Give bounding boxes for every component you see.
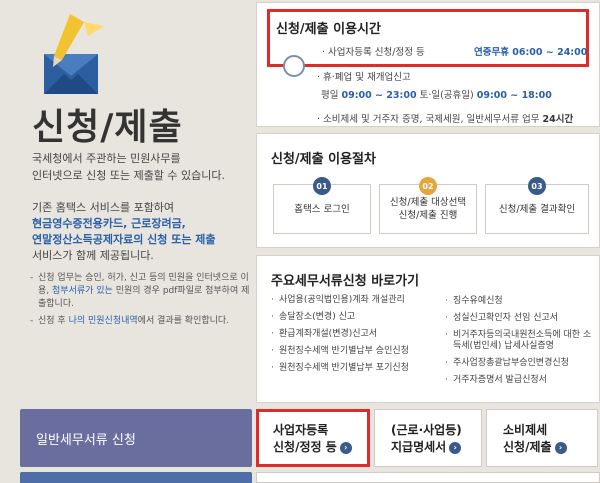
step-result[interactable]: 03 신청/제출 결과확인 [485, 177, 589, 234]
next-section-strip [256, 472, 600, 483]
procedure-card: 신청/제출 이용절차 01 홈택스 로그인 02 신청/제출 대상선택 신청/제… [256, 133, 600, 248]
notes-list: 신청 업무는 승인, 허가, 신고 등의 민원을 인터넷으로 이용, 첨부서류가… [30, 272, 256, 332]
hours-label: 휴·폐업 및 재개업신고 [323, 72, 411, 83]
menu-button-partial[interactable] [20, 472, 252, 483]
hours-row: · 사업자등록 신청/정정 등 [322, 47, 425, 58]
my-requests-link[interactable]: 나의 민원신청내역 [69, 316, 138, 326]
note-text: 에서 결과를 확인합니다. [137, 316, 230, 326]
hours-title: 신청/제출 이용시간 [276, 22, 381, 37]
step-number: 03 [528, 177, 546, 195]
step-label: 신청/제출 대상선택 [389, 197, 467, 208]
step-number: 02 [419, 177, 437, 195]
intro-line: 국세청에서 주관하는 민원사무를 [32, 152, 181, 165]
hours-time-value: 24시간 [542, 114, 574, 125]
intro-line: 인터넷으로 신청 또는 제출할 수 있습니다. [32, 169, 226, 182]
button-label: 신청/정정 등 [273, 440, 337, 454]
doc-link[interactable]: 비거주자등의국내원천소득에 대한 소득세(법인세) 납세사실증명 [445, 330, 595, 352]
button-label: (근로·사업등) [391, 423, 462, 437]
intro-text: 국세청에서 주관하는 민원사무를 인터넷으로 신청 또는 제출할 수 있습니다. [32, 150, 252, 184]
intro-line: 기존 홈택스 서비스를 포함하여 [32, 201, 175, 214]
button-label: 신청/제출 [503, 440, 552, 454]
button-label: 지급명세서 [391, 440, 447, 454]
doc-link[interactable]: 거주자증명서 발급신청서 [445, 375, 595, 386]
go-arrow-icon: › [449, 441, 462, 454]
doc-link[interactable]: 사업용(공익법인용)계좌 개설관리 [271, 292, 409, 309]
clock-icon [283, 55, 305, 77]
hours-card: 신청/제출 이용시간 · 사업자등록 신청/정정 등 연중무휴 06:00 ~ … [256, 2, 600, 127]
doc-link[interactable]: 징수유예신청 [445, 296, 595, 307]
services-link[interactable]: 현금영수증전용카드, 근로장려금, [32, 216, 252, 232]
step-select[interactable]: 02 신청/제출 대상선택 신청/제출 진행 [379, 177, 477, 234]
hours-time-value: 09:00 ~ 18:00 [476, 90, 552, 101]
hours-time: 연중무휴 06:00 ~ 24:00 [474, 44, 587, 58]
doc-link[interactable]: 원천징수세액 반기별납부 포기신청 [271, 360, 409, 377]
step-label: 홈택스 로그인 [294, 203, 350, 215]
hours-label: 토·일(공휴일) [416, 90, 477, 101]
docs-card: 주요세무서류신청 바로가기 사업용(공익법인용)계좌 개설관리 송달장소(변경)… [256, 255, 600, 403]
hours-time-value: 연중무휴 06:00 ~ 24:00 [474, 47, 588, 58]
doc-link[interactable]: 환급계좌개설(변경)신고서 [271, 326, 409, 343]
docs-title: 주요세무서류신청 바로가기 [271, 274, 420, 289]
hours-time-value: 09:00 ~ 23:00 [341, 90, 417, 101]
doc-link[interactable]: 성실신고확인자 선임 신고서 [445, 313, 595, 324]
hours-row: · 소비제세 및 거주자 증명, 국제세원, 일반세무서류 업무 24시간 [317, 114, 574, 125]
hours-row: 평일 09:00 ~ 23:00 토·일(공휴일) 09:00 ~ 18:00 [321, 87, 552, 101]
note-text: 신청 후 [38, 316, 69, 326]
note-item: 신청 업무는 승인, 허가, 신고 등의 민원을 인터넷으로 이용, 첨부서류가… [30, 272, 256, 311]
note-highlight: 첨부서류가 있는 [52, 286, 113, 296]
consumption-tax-button[interactable]: 소비제세 신청/제출 › [486, 409, 598, 467]
step-login[interactable]: 01 홈택스 로그인 [273, 177, 371, 234]
docs-list-right: 징수유예신청 성실신고확인자 선임 신고서 비거주자등의국내원천소득에 대한 소… [445, 296, 595, 392]
step-label: 신청/제출 진행 [398, 210, 458, 221]
intro-line: 서비스가 함께 제공됩니다. [32, 249, 154, 262]
step-label: 신청/제출 결과확인 [498, 203, 576, 215]
doc-link[interactable]: 원천징수세액 반기별납부 승인신청 [271, 343, 409, 360]
hours-label: 소비제세 및 거주자 증명, 국제세원, 일반세무서류 업무 [323, 114, 540, 125]
business-registration-button[interactable]: 사업자등록 신청/정정 등 › [256, 409, 370, 467]
page-title: 신청/제출 [32, 107, 183, 148]
go-arrow-icon: › [339, 441, 352, 454]
hours-label: 사업자등록 신청/정정 등 [328, 47, 425, 58]
doc-link[interactable]: 송달장소(변경) 신고 [271, 309, 409, 326]
step-number: 01 [313, 177, 331, 195]
envelope-pencil-icon [40, 12, 120, 102]
general-tax-docs-button[interactable]: 일반세무서류 신청 [20, 409, 252, 467]
left-panel: 신청/제출 국세청에서 주관하는 민원사무를 인터넷으로 신청 또는 제출할 수… [0, 0, 258, 483]
go-arrow-icon: › [554, 441, 567, 454]
note-item: 신청 후 나의 민원신청내역에서 결과를 확인합니다. [30, 315, 256, 328]
doc-link[interactable]: 주사업장총괄납부승인변경신청 [445, 358, 595, 369]
services-link[interactable]: 연말정산소득공제자료의 신청 또는 제출 [32, 232, 252, 248]
docs-list-left: 사업용(공익법인용)계좌 개설관리 송달장소(변경) 신고 환급계좌개설(변경)… [271, 292, 409, 377]
intro-services: 기존 홈택스 서비스를 포함하여 현금영수증전용카드, 근로장려금, 연말정산소… [32, 200, 252, 264]
hours-label: 평일 [321, 90, 342, 101]
hours-highlight-box: 신청/제출 이용시간 · 사업자등록 신청/정정 등 연중무휴 06:00 ~ … [267, 9, 589, 67]
payment-statement-button[interactable]: (근로·사업등) 지급명세서 › [374, 409, 482, 467]
procedure-title: 신청/제출 이용절차 [271, 152, 376, 167]
hours-row: · 휴·폐업 및 재개업신고 [317, 72, 411, 83]
button-label: 사업자등록 [273, 423, 329, 437]
button-label: 소비제세 [503, 423, 548, 437]
